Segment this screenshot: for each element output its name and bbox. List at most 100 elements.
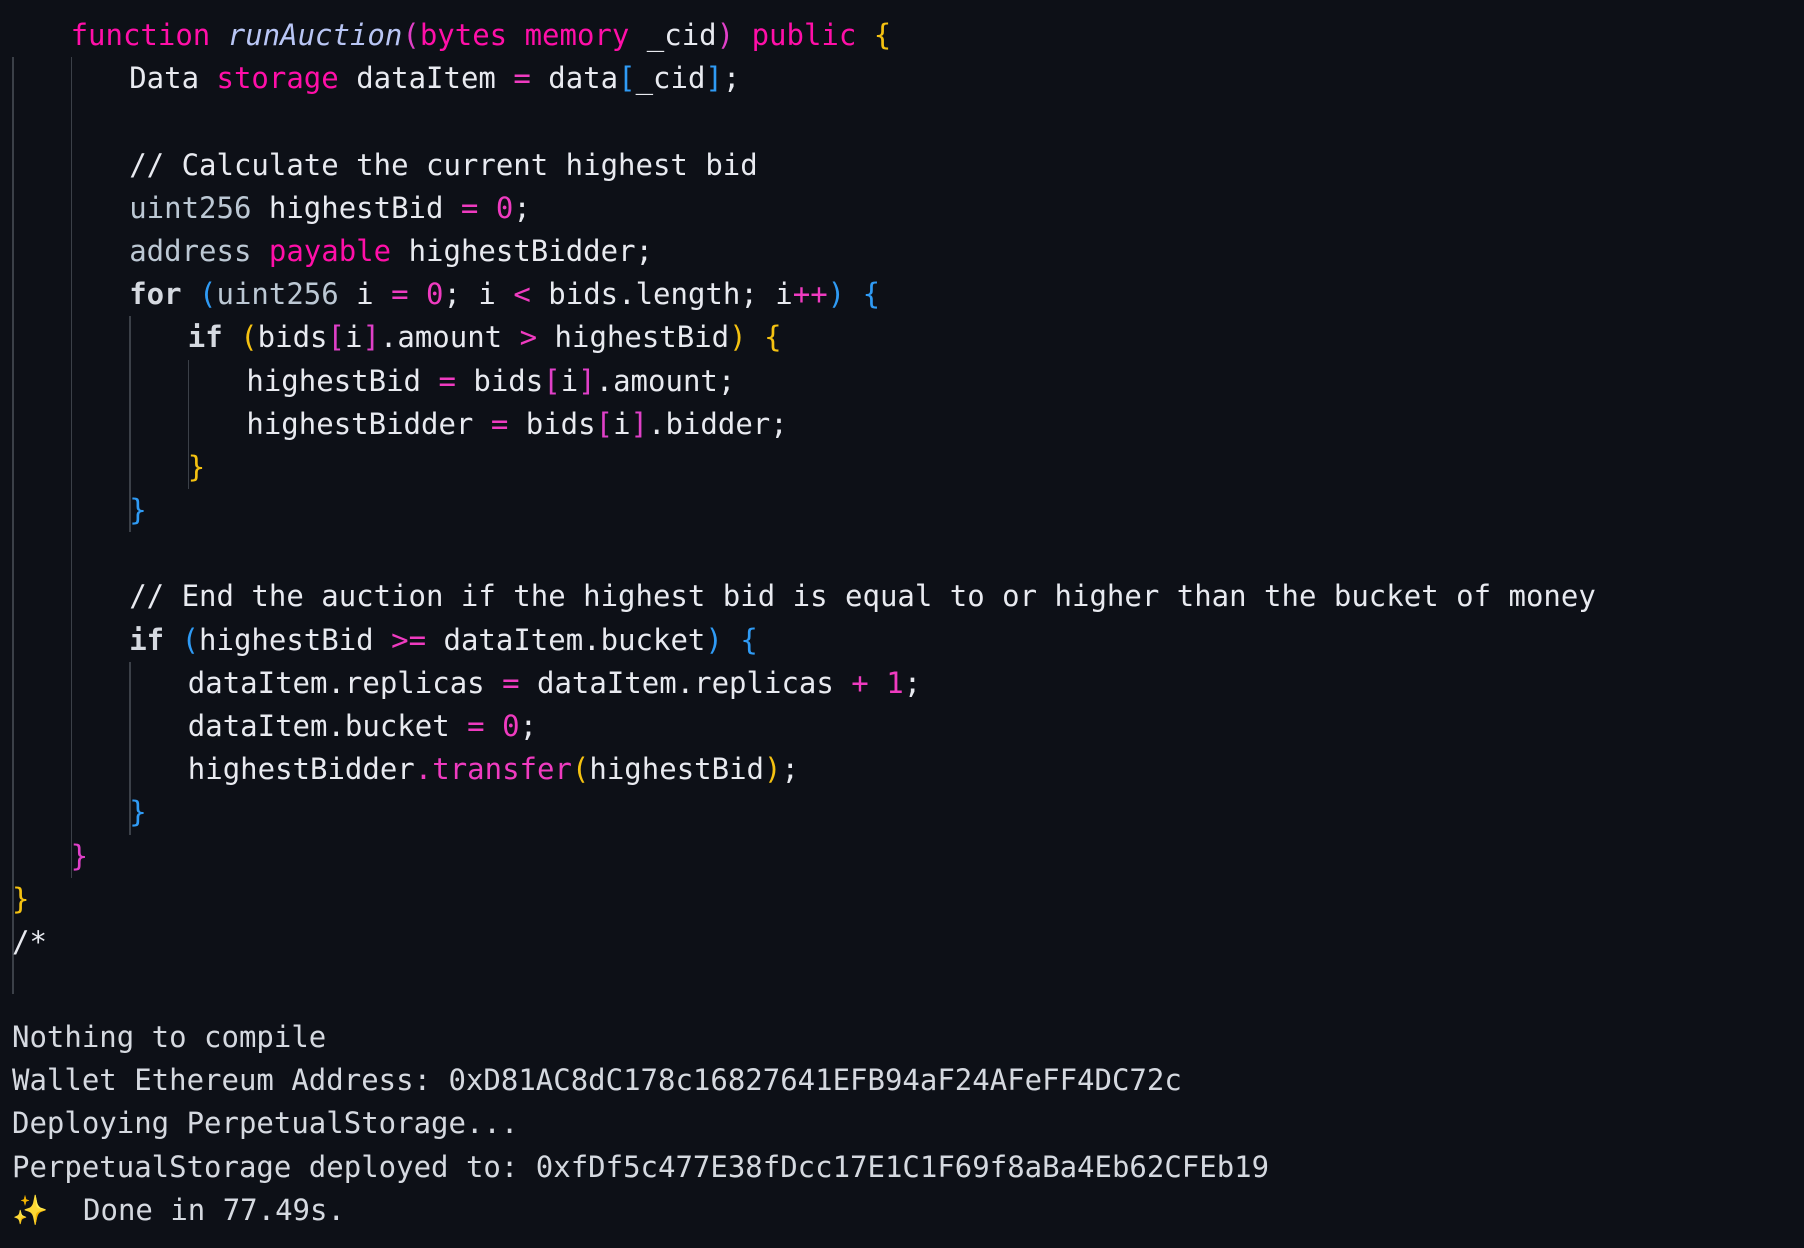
terminal-lines-container[interactable]: Nothing to compile Wallet Ethereum Addres… <box>0 1010 1804 1232</box>
code-token: bids <box>257 320 328 355</box>
code-token: i <box>613 406 631 441</box>
code-token: bytes <box>419 18 525 52</box>
terminal-line: Nothing to compile <box>0 1016 1804 1059</box>
code-token: memory <box>524 18 647 52</box>
code-token: = <box>460 190 479 225</box>
terminal-line: Deploying PerpetualStorage... <box>0 1102 1804 1145</box>
code-token: i <box>344 320 363 355</box>
code-token: _cid <box>646 18 717 52</box>
code-token: [ <box>595 406 614 441</box>
code-token: uint256 <box>216 277 339 312</box>
indent-guide-line-gutter <box>12 964 14 995</box>
code-token: ; <box>903 665 922 700</box>
code-line[interactable]: } <box>0 878 1804 921</box>
code-token: highestBid <box>537 320 730 355</box>
code-token: 1 <box>886 665 904 700</box>
code-token: bids <box>508 406 596 441</box>
code-line[interactable]: dataItem.replicas = dataItem.replicas + … <box>0 662 1804 705</box>
code-token: ; i <box>443 277 514 312</box>
code-token: ] <box>630 406 649 441</box>
code-token: dataItem.bucket <box>426 622 706 657</box>
code-token: .bidder; <box>648 406 788 441</box>
code-token: data <box>530 61 619 96</box>
code-editor-pane[interactable]: function runAuction(bytes memory _cid) p… <box>0 0 1804 1010</box>
code-line[interactable]: } <box>0 489 1804 532</box>
code-token: } <box>129 493 147 528</box>
terminal-line-text: Nothing to compile <box>12 1020 327 1054</box>
code-token: ( <box>199 277 217 312</box>
code-token: if <box>187 320 241 355</box>
terminal-line: Wallet Ethereum Address: 0xD81AC8dC178c1… <box>0 1059 1804 1102</box>
terminal-line-text: Done in 77.49s. <box>83 1192 345 1227</box>
code-token: ; <box>781 752 799 787</box>
code-token: [ <box>327 320 345 355</box>
code-token: = <box>513 61 531 96</box>
code-token: bids <box>455 363 544 398</box>
code-token: + <box>851 665 869 700</box>
terminal-line-text: Deploying PerpetualStorage... <box>12 1106 519 1141</box>
code-token: dataItem.replicas <box>187 665 503 700</box>
code-token: [ <box>618 61 636 96</box>
code-line[interactable]: address payable highestBidder; <box>0 230 1804 273</box>
code-line[interactable]: /* <box>0 921 1804 964</box>
code-token: highestBid <box>251 190 461 225</box>
code-line[interactable]: Data storage dataItem = data[_cid]; <box>0 57 1804 100</box>
code-token: [ <box>543 363 561 398</box>
code-token: highestBid <box>589 752 764 787</box>
code-line[interactable]: if (highestBid >= dataItem.bucket) { <box>0 619 1804 662</box>
code-token: payable <box>268 233 409 268</box>
terminal-icon-spacer <box>48 1193 83 1227</box>
code-token: ( <box>181 622 200 657</box>
code-line[interactable]: } <box>0 446 1804 489</box>
code-token: { <box>873 18 892 52</box>
code-token: runAuction <box>227 18 403 52</box>
code-line[interactable]: uint256 highestBid = 0; <box>0 187 1804 230</box>
code-token: dataItem.replicas <box>519 665 852 700</box>
code-token: } <box>70 838 89 873</box>
code-line[interactable]: highestBidder.transfer(highestBid); <box>0 748 1804 791</box>
code-line[interactable]: } <box>0 791 1804 834</box>
code-line[interactable]: dataItem.bucket = 0; <box>0 705 1804 748</box>
terminal-output-pane[interactable]: Nothing to compile Wallet Ethereum Addres… <box>0 1010 1804 1248</box>
code-lines-container[interactable]: function runAuction(bytes memory _cid) p… <box>0 0 1804 964</box>
code-token: highestBid <box>199 622 392 657</box>
code-token: ( <box>402 18 420 52</box>
code-line[interactable] <box>0 532 1804 575</box>
code-token: ] <box>578 363 596 398</box>
code-token: function <box>70 18 228 52</box>
code-token: // Calculate the current highest bid <box>129 147 758 182</box>
code-token: >= <box>391 622 427 657</box>
code-token: ; <box>513 190 531 225</box>
terminal-line: ✨ Done in 77.49s. <box>0 1189 1804 1232</box>
code-token: ] <box>705 61 723 96</box>
code-token: i <box>338 277 392 312</box>
code-line[interactable]: if (bids[i].amount > highestBid) { <box>0 316 1804 359</box>
terminal-line-text: Wallet Ethereum Address: 0xD81AC8dC178c1… <box>12 1063 1182 1098</box>
code-line[interactable]: for (uint256 i = 0; i < bids.length; i++… <box>0 273 1804 316</box>
code-line[interactable] <box>0 100 1804 143</box>
code-line[interactable]: function runAuction(bytes memory _cid) p… <box>0 14 1804 57</box>
code-token: public <box>751 18 874 52</box>
code-token: } <box>12 881 30 916</box>
code-token: storage <box>216 61 357 96</box>
code-line[interactable]: highestBidder = bids[i].bidder; <box>0 403 1804 446</box>
code-token: = <box>438 363 456 398</box>
code-token: ) <box>705 622 723 657</box>
code-token: dataItem.bucket <box>187 709 468 743</box>
sparkles-icon: ✨ <box>12 1192 49 1227</box>
code-line[interactable]: // End the auction if the highest bid is… <box>0 575 1804 618</box>
code-line[interactable]: } <box>0 835 1804 878</box>
code-line[interactable]: highestBid = bids[i].amount; <box>0 360 1804 403</box>
code-line[interactable]: // Calculate the current highest bid <box>0 144 1804 187</box>
code-token: highestBid <box>246 363 439 398</box>
code-token: uint256 <box>129 190 252 225</box>
code-token: address <box>129 233 269 268</box>
code-token: { <box>862 277 881 312</box>
code-token: ) <box>764 752 782 787</box>
code-token: if <box>129 622 182 657</box>
